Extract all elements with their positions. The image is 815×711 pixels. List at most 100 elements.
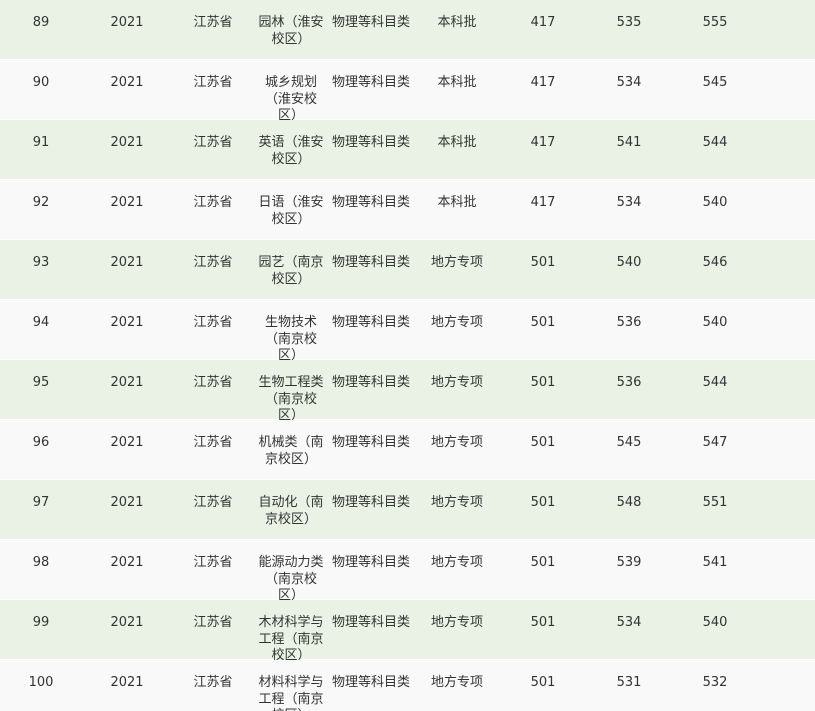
cell-year: 2021 <box>110 255 144 270</box>
cell-highest-score: 540 <box>702 615 728 630</box>
cell-rank: 94 <box>32 315 50 330</box>
cell-batch: 地方专项 <box>430 315 483 330</box>
table-body: 区） 89 2021 江苏省 园林（淮安校区） 物理等科目类 本科批 417 5… <box>0 0 815 711</box>
cell-highest-score: 547 <box>702 435 728 450</box>
cell-batch-line: 501 <box>530 495 556 510</box>
cell-rank: 93 <box>32 255 50 270</box>
cell-batch-line: 417 <box>530 195 556 210</box>
cell-rank: 90 <box>32 75 50 90</box>
cell-category: 物理等科目类 <box>331 555 410 570</box>
cell-lowest-score: 535 <box>616 15 642 30</box>
cell-rank: 99 <box>32 615 50 630</box>
cell-batch: 地方专项 <box>430 555 483 570</box>
cell-lowest-score: 548 <box>616 495 642 510</box>
cell-major: 日语（淮安校区） <box>258 195 324 227</box>
cell-batch: 本科批 <box>437 195 477 210</box>
cell-year: 2021 <box>110 315 144 330</box>
cell-province: 江苏省 <box>193 495 233 510</box>
cell-batch: 本科批 <box>437 135 477 150</box>
cell-major: 能源动力类（南京校区） <box>258 555 324 603</box>
cell-year: 2021 <box>110 555 144 570</box>
cell-batch: 地方专项 <box>430 435 483 450</box>
cell-year: 2021 <box>110 435 144 450</box>
cell-rank: 97 <box>32 495 50 510</box>
table-row: 95 2021 江苏省 生物工程类（南京校区） 物理等科目类 地方专项 501 … <box>0 360 815 423</box>
cell-province: 江苏省 <box>193 435 233 450</box>
cell-batch-line: 417 <box>530 135 556 150</box>
cell-batch-line: 501 <box>530 435 556 450</box>
table-row: 89 2021 江苏省 园林（淮安校区） 物理等科目类 本科批 417 535 … <box>0 0 815 60</box>
cell-province: 江苏省 <box>193 75 233 90</box>
table-row: 96 2021 江苏省 机械类（南京校区） 物理等科目类 地方专项 501 54… <box>0 420 815 480</box>
table-row: 100 2021 江苏省 材料科学与工程（南京校区） 物理等科目类 地方专项 5… <box>0 660 815 711</box>
cell-province: 江苏省 <box>193 615 233 630</box>
cell-province: 江苏省 <box>193 255 233 270</box>
cell-lowest-score: 534 <box>616 75 642 90</box>
cell-highest-score: 545 <box>702 75 728 90</box>
cell-major: 生物技术（南京校区） <box>264 315 317 363</box>
cell-batch: 地方专项 <box>430 495 483 510</box>
cell-rank: 89 <box>32 15 50 30</box>
cell-batch-line: 501 <box>530 315 556 330</box>
cell-category: 物理等科目类 <box>331 315 410 330</box>
cell-highest-score: 544 <box>702 375 728 390</box>
cell-year: 2021 <box>110 135 144 150</box>
cell-rank: 95 <box>32 375 50 390</box>
cell-province: 江苏省 <box>193 135 233 150</box>
cell-year: 2021 <box>110 15 144 30</box>
cell-lowest-score: 531 <box>616 675 642 690</box>
table-row: 94 2021 江苏省 生物技术（南京校区） 物理等科目类 地方专项 501 5… <box>0 300 815 363</box>
cell-highest-score: 541 <box>702 555 728 570</box>
cell-year: 2021 <box>110 75 144 90</box>
table-row: 93 2021 江苏省 园艺（南京校区） 物理等科目类 地方专项 501 540… <box>0 240 815 300</box>
cell-rank: 100 <box>28 675 54 690</box>
cell-lowest-score: 539 <box>616 555 642 570</box>
cell-major: 机械类（南京校区） <box>258 435 324 467</box>
cell-rank: 92 <box>32 195 50 210</box>
cell-province: 江苏省 <box>193 195 233 210</box>
table-row: 97 2021 江苏省 自动化（南京校区） 物理等科目类 地方专项 501 54… <box>0 480 815 540</box>
cell-batch-line: 417 <box>530 75 556 90</box>
cell-lowest-score: 545 <box>616 435 642 450</box>
cell-batch-line: 417 <box>530 15 556 30</box>
cell-category: 物理等科目类 <box>331 195 410 210</box>
cell-batch: 地方专项 <box>430 375 483 390</box>
cell-category: 物理等科目类 <box>331 495 410 510</box>
cell-year: 2021 <box>110 195 144 210</box>
cell-lowest-score: 534 <box>616 615 642 630</box>
cell-province: 江苏省 <box>193 315 233 330</box>
cell-province: 江苏省 <box>193 15 233 30</box>
cell-batch-line: 501 <box>530 555 556 570</box>
cell-lowest-score: 534 <box>616 195 642 210</box>
cell-province: 江苏省 <box>193 375 233 390</box>
cell-batch: 本科批 <box>437 75 477 90</box>
cell-province: 江苏省 <box>193 675 233 690</box>
cell-year: 2021 <box>110 495 144 510</box>
cell-year: 2021 <box>110 675 144 690</box>
cell-lowest-score: 536 <box>616 375 642 390</box>
cell-province: 江苏省 <box>193 555 233 570</box>
cell-lowest-score: 540 <box>616 255 642 270</box>
table-row: 92 2021 江苏省 日语（淮安校区） 物理等科目类 本科批 417 534 … <box>0 180 815 240</box>
cell-category: 物理等科目类 <box>331 75 410 90</box>
cell-batch-line: 501 <box>530 675 556 690</box>
table-row: 99 2021 江苏省 木材科学与工程（南京校区） 物理等科目类 地方专项 50… <box>0 600 815 663</box>
cell-highest-score: 544 <box>702 135 728 150</box>
cell-major: 木材科学与工程（南京校区） <box>258 615 324 663</box>
cell-rank: 96 <box>32 435 50 450</box>
cell-major: 英语（淮安校区） <box>258 135 324 167</box>
cell-category: 物理等科目类 <box>331 255 410 270</box>
cell-batch: 地方专项 <box>430 255 483 270</box>
cell-major: 城乡规划（淮安校区） <box>264 75 317 123</box>
cell-lowest-score: 541 <box>616 135 642 150</box>
cell-batch-line: 501 <box>530 615 556 630</box>
cell-category: 物理等科目类 <box>331 135 410 150</box>
cell-major: 园林（淮安校区） <box>258 15 324 47</box>
cell-major: 自动化（南京校区） <box>258 495 324 527</box>
cell-batch: 本科批 <box>437 15 477 30</box>
table-row: 90 2021 江苏省 城乡规划（淮安校区） 物理等科目类 本科批 417 53… <box>0 60 815 123</box>
cell-category: 物理等科目类 <box>331 615 410 630</box>
cell-batch-line: 501 <box>530 255 556 270</box>
cell-highest-score: 551 <box>702 495 728 510</box>
table-row: 98 2021 江苏省 能源动力类（南京校区） 物理等科目类 地方专项 501 … <box>0 540 815 603</box>
